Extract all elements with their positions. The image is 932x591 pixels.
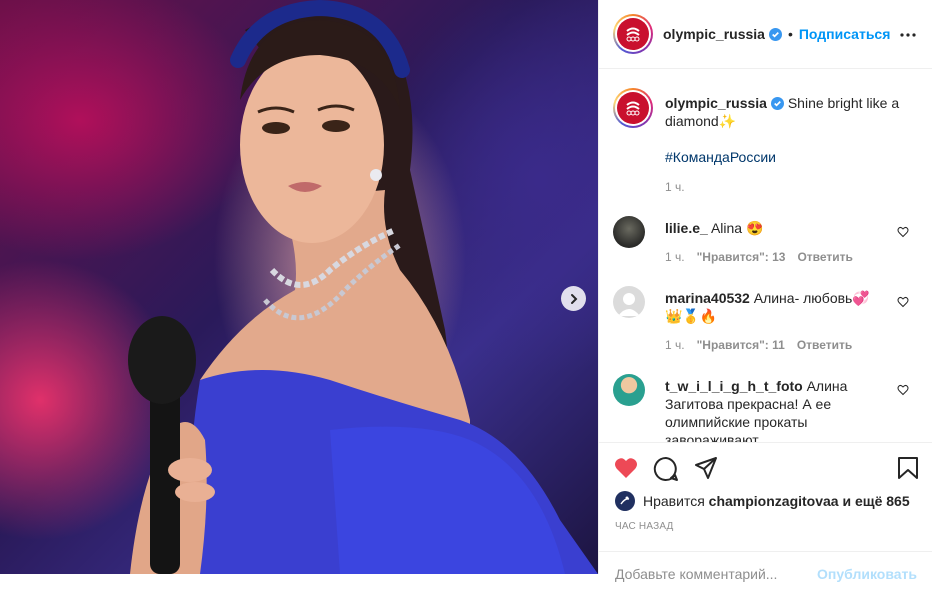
like-heart-icon[interactable] [614, 456, 638, 480]
commenter-avatar[interactable] [613, 216, 645, 248]
comment-text-block: t_w_i_l_i_g_h_t_foto Алина Загитова прек… [665, 377, 875, 442]
profile-avatar[interactable] [613, 14, 653, 54]
likes-user[interactable]: championzagitovaa [709, 493, 839, 509]
comments-list[interactable]: olympic_russia Shine bright like a diamo… [599, 70, 932, 442]
commenter-avatar[interactable] [613, 374, 645, 406]
comment-likes[interactable]: "Нравится": 13 [697, 250, 786, 264]
add-comment-form: Добавьте комментарий... Опубликовать [599, 551, 932, 591]
caption-hashtag[interactable]: #КомандаРоссии [665, 148, 915, 166]
publish-button[interactable]: Опубликовать [817, 566, 917, 582]
likes-summary: Нравится championzagitovaa и ещё 865 [615, 491, 910, 511]
more-dots-icon [900, 33, 916, 37]
post-photo[interactable] [0, 0, 598, 574]
olympic-logo-icon [626, 27, 640, 42]
comment-username[interactable]: marina40532 [665, 290, 750, 306]
comment-text-block: marina40532 Алина- любовь💞👑🥇🔥 [665, 289, 875, 325]
likes-suffix[interactable]: и ещё 865 [842, 493, 909, 509]
header-separator: • [787, 26, 793, 42]
caption-text-block: olympic_russia Shine bright like a diamo… [665, 94, 915, 196]
comment-item: lilie.e_ Alina 😍 1 ч. "Нравится": 13 Отв… [613, 216, 923, 286]
post-time-ago[interactable]: час назад [615, 521, 674, 532]
post-header: olympic_russia • Подписаться [599, 0, 932, 69]
chevron-right-icon [570, 293, 577, 304]
olympic-logo-icon [626, 101, 640, 116]
comment-text: Alina 😍 [710, 220, 764, 236]
verified-badge-icon [770, 97, 784, 110]
likes-prefix: Нравится [643, 493, 705, 509]
like-comment-heart-icon[interactable] [897, 226, 909, 238]
commenter-avatar[interactable] [613, 286, 645, 318]
comment-reply-button[interactable]: Ответить [797, 250, 852, 264]
caption-username[interactable]: olympic_russia [665, 95, 767, 111]
caption-avatar[interactable] [613, 88, 653, 128]
liker-avatar[interactable] [615, 491, 635, 511]
share-paper-plane-icon[interactable] [694, 456, 718, 480]
like-comment-heart-icon[interactable] [897, 384, 909, 396]
comment-input[interactable]: Добавьте комментарий... [615, 566, 777, 582]
next-photo-button[interactable] [561, 286, 586, 311]
verified-badge-icon [768, 27, 782, 41]
instagram-post: olympic_russia • Подписаться olympic_rus… [0, 0, 932, 582]
like-comment-heart-icon[interactable] [897, 296, 909, 308]
header-username[interactable]: olympic_russia [663, 26, 765, 42]
more-options-button[interactable] [900, 24, 916, 40]
comment-time[interactable]: 1 ч. [665, 250, 685, 264]
skater-icon [620, 496, 630, 505]
comment-text-block: lilie.e_ Alina 😍 [665, 219, 875, 237]
comment-username[interactable]: t_w_i_l_i_g_h_t_foto [665, 378, 803, 394]
save-bookmark-icon[interactable] [897, 456, 919, 480]
comment-time[interactable]: 1 ч. [665, 338, 685, 352]
comment-bubble-icon[interactable] [653, 456, 679, 482]
comment-likes[interactable]: "Нравится": 11 [697, 338, 785, 352]
comment-item: marina40532 Алина- любовь💞👑🥇🔥 1 ч. "Нрав… [613, 286, 923, 374]
post-side-panel: olympic_russia • Подписаться olympic_rus… [598, 0, 932, 582]
comment-item: t_w_i_l_i_g_h_t_foto Алина Загитова прек… [613, 374, 923, 442]
comment-username[interactable]: lilie.e_ [665, 220, 708, 236]
default-user-icon [618, 293, 640, 316]
comment-reply-button[interactable]: Ответить [797, 338, 852, 352]
follow-button[interactable]: Подписаться [799, 26, 891, 42]
caption-time[interactable]: 1 ч. [665, 178, 915, 196]
post-actions: Нравится championzagitovaa и ещё 865 час… [599, 442, 932, 582]
photo-illustration [128, 0, 598, 574]
comment-meta: 1 ч. "Нравится": 13 Ответить [665, 250, 853, 264]
comment-meta: 1 ч. "Нравится": 11 Ответить [665, 338, 852, 352]
